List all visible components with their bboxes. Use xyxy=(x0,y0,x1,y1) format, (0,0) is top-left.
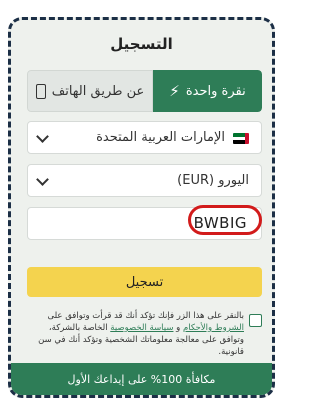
terms-checkbox[interactable] xyxy=(249,314,262,327)
chevron-down-icon xyxy=(36,130,49,143)
promo-code-highlight-circle xyxy=(188,205,262,235)
tab-by-phone[interactable]: عن طريق الهاتف xyxy=(27,70,153,112)
phone-icon xyxy=(35,83,46,99)
terms-text-before: بالنقر على هذا الزر فإنك تؤكد أنك قد قرأ… xyxy=(47,311,244,321)
tab-by-phone-label: عن طريق الهاتف xyxy=(51,83,145,99)
country-value: الإمارات العربية المتحدة xyxy=(96,130,225,145)
tab-one-click[interactable]: ⚡︎ نقرة واحدة xyxy=(153,70,262,112)
uae-flag-icon xyxy=(233,133,249,144)
terms-link[interactable]: الشروط والأحكام xyxy=(183,323,244,333)
form-title: التسجيل xyxy=(110,35,173,53)
lightning-icon: ⚡︎ xyxy=(169,81,180,100)
tab-one-click-label: نقرة واحدة xyxy=(185,83,246,99)
currency-select[interactable]: اليورو (EUR) xyxy=(27,164,262,197)
terms-text-and: و xyxy=(173,323,183,333)
first-deposit-bonus-banner: مكافأة 100% على إيداعك الأول xyxy=(11,363,272,395)
privacy-policy-link[interactable]: سياسة الخصوصية xyxy=(110,323,173,333)
terms-text: بالنقر على هذا الزر فإنك تؤكد أنك قد قرأ… xyxy=(35,310,244,358)
registration-method-tabs: عن طريق الهاتف ⚡︎ نقرة واحدة xyxy=(27,70,262,112)
chevron-down-icon xyxy=(36,173,49,186)
currency-value: اليورو (EUR) xyxy=(177,173,249,188)
register-button[interactable]: تسجيل xyxy=(27,267,262,297)
country-select[interactable]: الإمارات العربية المتحدة xyxy=(27,121,262,154)
